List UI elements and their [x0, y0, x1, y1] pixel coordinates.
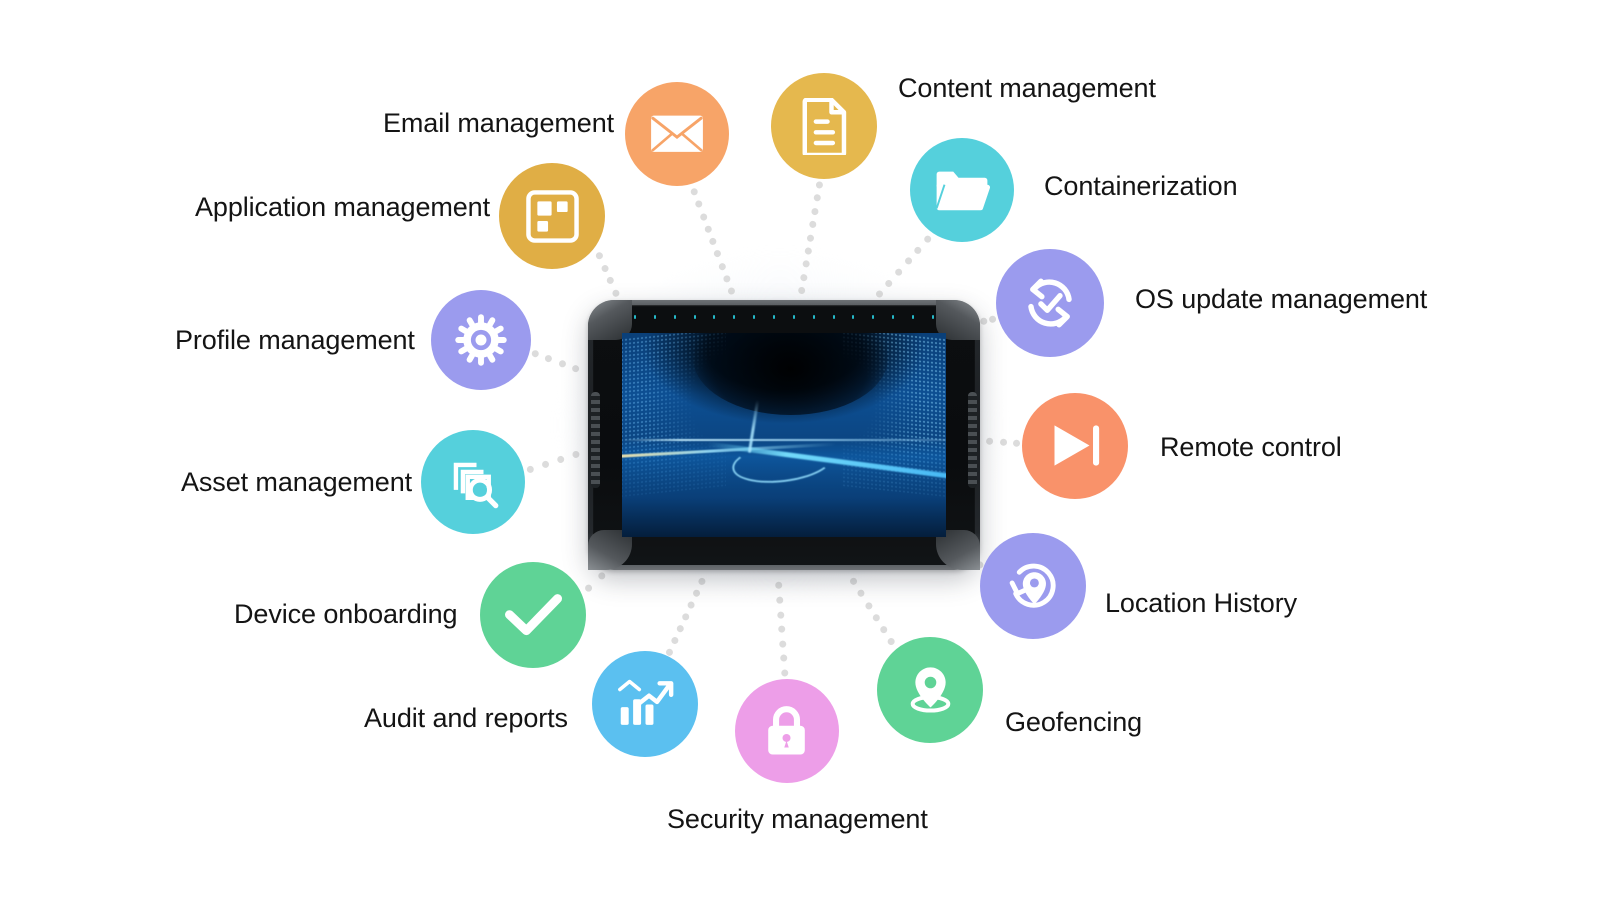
label-asset-management: Asset management	[181, 467, 413, 497]
led-dot	[733, 315, 736, 319]
led-dot	[634, 315, 636, 319]
geofence-pin-icon	[902, 662, 959, 719]
node-os-update-management[interactable]	[996, 249, 1104, 357]
node-asset-management[interactable]	[421, 430, 525, 534]
check-icon	[504, 593, 562, 636]
envelope-icon	[649, 113, 705, 154]
node-remote-control[interactable]	[1022, 393, 1128, 499]
skip-play-icon	[1047, 421, 1104, 470]
node-security-management[interactable]	[735, 679, 839, 783]
label-location-history: Location History	[1105, 588, 1297, 618]
location-history-icon	[1005, 558, 1062, 615]
node-audit-and-reports[interactable]	[592, 651, 698, 757]
connector-dots-os-update-management	[977, 314, 997, 326]
led-dot	[693, 315, 696, 319]
wallpaper-horizon-line	[622, 439, 946, 442]
tablet-screen	[622, 333, 946, 537]
document-icon	[801, 97, 848, 155]
label-containerization: Containerization	[1044, 171, 1238, 201]
diagram-canvas: Email management Content management Contai…	[0, 0, 1600, 910]
label-content-management: Content management	[898, 73, 1156, 103]
led-dot	[653, 315, 656, 319]
led-dot	[832, 315, 835, 319]
label-os-update-management: OS update management	[1135, 284, 1428, 314]
node-geofencing[interactable]	[877, 637, 983, 743]
connector-dots-application-management	[594, 250, 623, 304]
led-dot	[792, 315, 795, 319]
led-dot	[773, 315, 776, 319]
label-remote-control: Remote control	[1160, 432, 1342, 462]
node-application-management[interactable]	[499, 163, 605, 269]
led-dot	[673, 315, 676, 319]
led-dot	[852, 315, 855, 319]
label-application-management: Application management	[195, 192, 490, 222]
led-dot	[713, 315, 716, 319]
asset-search-icon	[445, 454, 501, 510]
node-device-onboarding[interactable]	[480, 562, 586, 668]
label-audit-and-reports: Audit and reports	[364, 703, 568, 733]
bar-chart-arrow-icon	[617, 678, 674, 729]
dashboard-grid-icon	[524, 188, 581, 245]
folder-icon	[934, 167, 990, 213]
node-content-management[interactable]	[771, 73, 877, 179]
refresh-check-icon	[1021, 274, 1079, 332]
tablet-side-grip-right	[968, 392, 977, 488]
led-dot	[872, 315, 875, 319]
node-email-management[interactable]	[625, 82, 729, 186]
led-dot	[892, 315, 895, 319]
label-device-onboarding: Device onboarding	[234, 599, 458, 629]
tablet-side-grip-left	[591, 392, 600, 488]
led-dot	[912, 315, 915, 319]
led-dot	[753, 315, 756, 319]
gear-icon	[454, 313, 508, 367]
label-geofencing: Geofencing	[1005, 707, 1143, 737]
padlock-icon	[763, 703, 810, 759]
tablet-led-indicators	[634, 315, 934, 320]
label-email-management: Email management	[383, 108, 615, 138]
led-dot	[812, 315, 815, 319]
label-profile-management: Profile management	[175, 325, 415, 355]
label-security-management: Security management	[667, 804, 928, 834]
node-location-history[interactable]	[980, 533, 1086, 639]
led-dot	[931, 315, 934, 319]
node-profile-management[interactable]	[431, 290, 531, 390]
node-containerization[interactable]	[910, 138, 1014, 242]
rugged-tablet	[588, 300, 980, 570]
